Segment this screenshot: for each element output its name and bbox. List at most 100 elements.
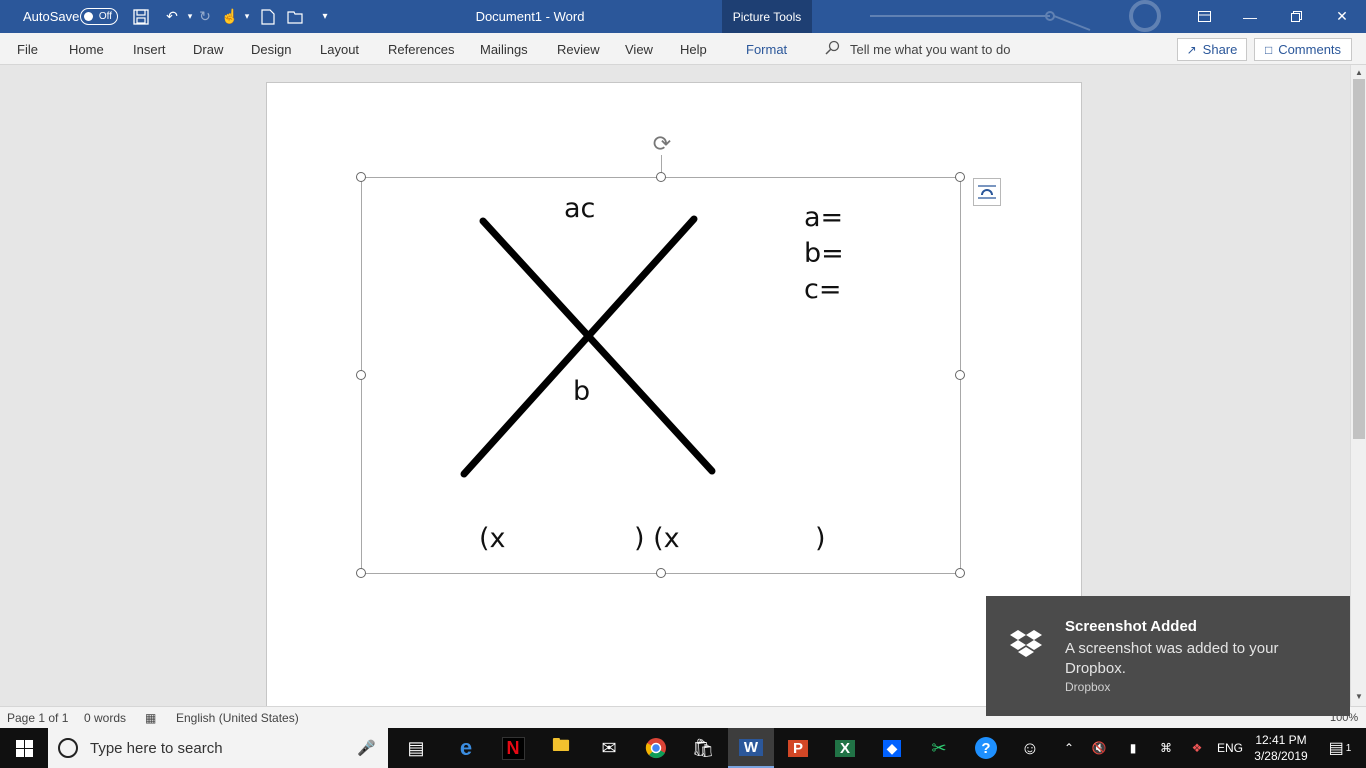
excel-icon[interactable]: X: [822, 728, 868, 768]
tab-file[interactable]: File: [17, 33, 38, 65]
toast-source: Dropbox: [1065, 680, 1111, 694]
label-ac: ac: [564, 193, 596, 224]
tell-me-search[interactable]: Tell me what you want to do: [825, 33, 1010, 65]
word-icon[interactable]: W: [728, 728, 774, 768]
label-a-equals: a=: [804, 202, 844, 233]
microphone-icon[interactable]: 🎤: [357, 739, 376, 757]
resize-handle-right[interactable]: [955, 370, 965, 380]
comments-button[interactable]: □ Comments: [1254, 38, 1352, 61]
people-icon[interactable]: ☺: [1007, 728, 1053, 768]
ribbon-display-options-icon[interactable]: [1181, 0, 1227, 33]
tab-references[interactable]: References: [388, 33, 454, 65]
resize-handle-bottom-left[interactable]: [356, 568, 366, 578]
tab-help[interactable]: Help: [680, 33, 707, 65]
comments-label: Comments: [1278, 42, 1342, 57]
dropbox-toast[interactable]: Screenshot Added A screenshot was added …: [986, 596, 1350, 716]
tab-draw[interactable]: Draw: [193, 33, 223, 65]
wifi-icon[interactable]: ⌘: [1155, 728, 1177, 768]
mail-icon[interactable]: ✉: [586, 728, 632, 768]
share-button[interactable]: ↗ Share: [1177, 38, 1247, 61]
dropbox-icon[interactable]: ◆: [869, 728, 915, 768]
action-center-icon[interactable]: ▤ 1: [1320, 728, 1360, 768]
tab-format[interactable]: Format: [746, 33, 787, 65]
task-view-icon[interactable]: ▤: [393, 728, 439, 768]
search-placeholder: Type here to search: [90, 739, 223, 757]
help-icon[interactable]: ?: [963, 728, 1009, 768]
restore-icon[interactable]: [1273, 0, 1319, 33]
show-hidden-icons-icon[interactable]: ⌃: [1058, 728, 1080, 768]
resize-handle-left[interactable]: [356, 370, 366, 380]
ribbon-tabs: File Home Insert Draw Design Layout Refe…: [0, 33, 1366, 65]
factor-close: ): [815, 523, 826, 554]
label-c-equals: c=: [804, 274, 842, 305]
store-icon[interactable]: 🛍: [680, 728, 726, 768]
windows-start-icon[interactable]: [0, 728, 48, 768]
input-language[interactable]: ENG: [1214, 728, 1246, 768]
page-count[interactable]: Page 1 of 1: [7, 707, 68, 729]
tab-view[interactable]: View: [625, 33, 653, 65]
clock-time: 12:41 PM: [1255, 733, 1307, 747]
toast-body: A screenshot was added to your Dropbox.: [1065, 640, 1279, 677]
share-icon: ↗: [1186, 42, 1197, 57]
notification-badge: 1: [1345, 742, 1352, 754]
taskbar: Type here to search 🎤 ▤ e N 🖿 ✉ 🛍 W P X …: [0, 728, 1366, 768]
taskbar-search-box[interactable]: Type here to search 🎤: [48, 728, 388, 768]
word-count[interactable]: 0 words: [84, 707, 126, 729]
new-document-icon[interactable]: [256, 0, 280, 33]
netflix-icon[interactable]: N: [490, 728, 536, 768]
comment-icon: □: [1264, 42, 1273, 57]
close-icon[interactable]: ✕: [1319, 0, 1365, 33]
resize-handle-bottom[interactable]: [656, 568, 666, 578]
autosave-label: AutoSave: [23, 9, 80, 24]
resize-handle-top-right[interactable]: [955, 172, 965, 182]
tab-home[interactable]: Home: [69, 33, 104, 65]
battery-icon[interactable]: ▮: [1122, 728, 1144, 768]
minimize-icon[interactable]: —: [1227, 0, 1273, 33]
powerpoint-icon[interactable]: P: [775, 728, 821, 768]
toggle-knob: [84, 12, 93, 21]
tab-layout[interactable]: Layout: [320, 33, 359, 65]
tab-design[interactable]: Design: [251, 33, 291, 65]
clock-date: 3/28/2019: [1254, 749, 1308, 763]
save-icon[interactable]: [129, 0, 153, 33]
language-indicator[interactable]: English (United States): [176, 707, 299, 729]
toast-title: Screenshot Added: [1065, 618, 1197, 635]
picture-tools-label: Picture Tools: [722, 0, 812, 33]
tab-review[interactable]: Review: [557, 33, 600, 65]
snipping-tool-icon[interactable]: ✂: [916, 728, 962, 768]
volume-muted-icon[interactable]: 🔇: [1088, 728, 1110, 768]
clock[interactable]: 12:41 PM 3/28/2019: [1250, 728, 1312, 768]
resize-handle-top[interactable]: [656, 172, 666, 182]
scroll-thumb[interactable]: [1353, 79, 1365, 439]
layout-options-icon[interactable]: [973, 178, 1001, 206]
scroll-down-icon[interactable]: ▼: [1351, 691, 1366, 703]
autosave-state: Off: [98, 11, 112, 22]
dropbox-logo-icon: [1010, 630, 1042, 657]
tab-mailings[interactable]: Mailings: [480, 33, 528, 65]
tell-me-text: Tell me what you want to do: [850, 41, 1011, 57]
vertical-scrollbar[interactable]: ▲ ▼: [1350, 65, 1366, 706]
resize-handle-top-left[interactable]: [356, 172, 366, 182]
open-icon[interactable]: [284, 0, 308, 33]
circuit-decoration: [870, 0, 1161, 32]
lightbulb-search-icon: [825, 40, 840, 58]
edge-icon[interactable]: e: [443, 728, 489, 768]
tab-insert[interactable]: Insert: [133, 33, 166, 65]
scroll-up-icon[interactable]: ▲: [1351, 67, 1366, 79]
customize-qat-icon[interactable]: ▾: [313, 0, 337, 33]
proofing-icon[interactable]: ▦: [145, 707, 156, 729]
autosave-toggle[interactable]: Off: [80, 8, 118, 25]
selected-picture[interactable]: ac a= b= c= b (x ) (x ): [361, 177, 961, 574]
label-b-equals: b=: [804, 238, 844, 269]
x-method-drawing: [460, 215, 716, 478]
factor-open-1: (x: [479, 523, 506, 554]
redo-icon[interactable]: ↻: [193, 0, 217, 33]
document-title: Document1 - Word: [475, 9, 585, 24]
rotate-handle-icon[interactable]: ⟳: [650, 132, 674, 156]
resize-handle-bottom-right[interactable]: [955, 568, 965, 578]
file-explorer-icon[interactable]: 🖿: [538, 728, 584, 768]
factor-middle: ) (x: [634, 523, 680, 554]
dropbox-sync-icon[interactable]: ❖: [1186, 728, 1208, 768]
chrome-icon[interactable]: [633, 728, 679, 768]
share-label: Share: [1202, 42, 1238, 57]
